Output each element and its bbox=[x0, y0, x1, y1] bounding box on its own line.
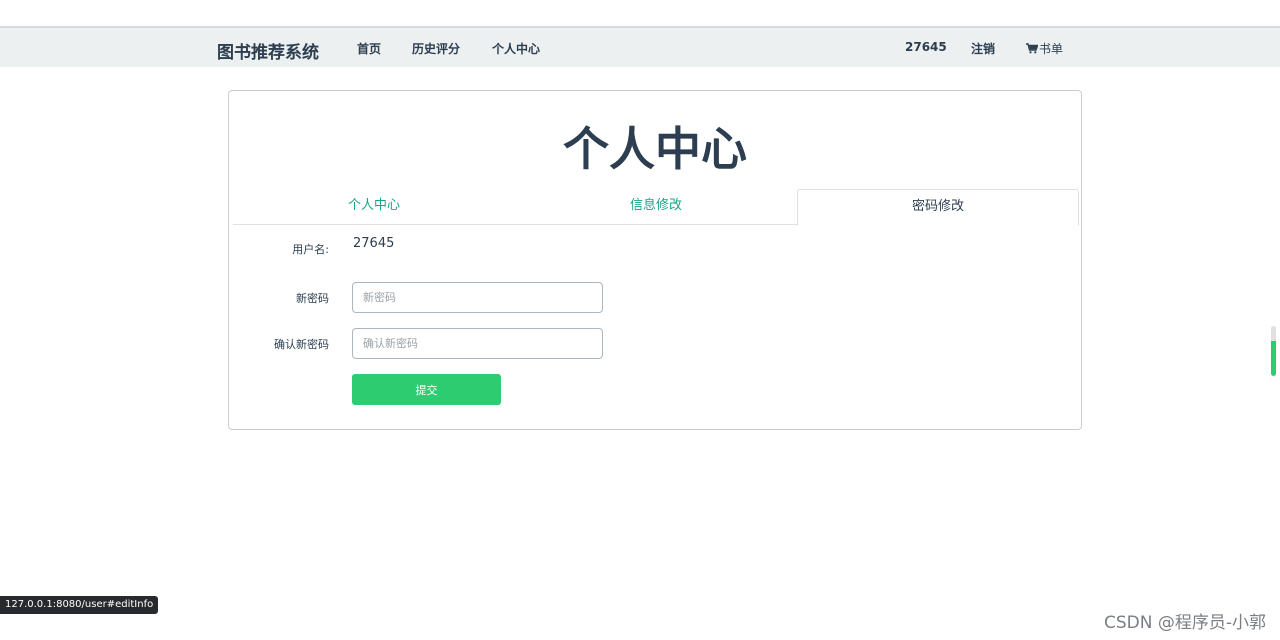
confirm-password-input[interactable] bbox=[352, 328, 603, 359]
tab-personal-center[interactable]: 个人中心 bbox=[233, 189, 515, 225]
tab-edit-info[interactable]: 信息修改 bbox=[515, 189, 797, 225]
confirm-password-label: 确认新密码 bbox=[274, 338, 329, 351]
page-title: 个人中心 bbox=[563, 122, 747, 176]
nav-booklist-label: 书单 bbox=[1039, 42, 1064, 56]
nav-home-link[interactable]: 首页 bbox=[357, 40, 381, 57]
submit-button[interactable]: 提交 bbox=[352, 374, 501, 405]
scroll-indicator[interactable] bbox=[1271, 326, 1276, 376]
nav-history-rating-link[interactable]: 历史评分 bbox=[412, 40, 460, 57]
tab-bar: 个人中心 信息修改 密码修改 bbox=[233, 189, 1079, 226]
personal-center-panel: 个人中心 个人中心 信息修改 密码修改 用户名: 27645 新密码 确认新密码… bbox=[228, 90, 1082, 430]
nav-personal-center-link[interactable]: 个人中心 bbox=[492, 40, 540, 57]
brand-title[interactable]: 图书推荐系统 bbox=[217, 38, 319, 63]
new-password-label: 新密码 bbox=[296, 292, 329, 305]
username-value: 27645 bbox=[353, 236, 395, 251]
tab-change-password[interactable]: 密码修改 bbox=[797, 189, 1079, 226]
nav-username[interactable]: 27645 bbox=[905, 40, 947, 54]
watermark: CSDN @程序员-小郭 bbox=[1103, 613, 1266, 633]
username-label: 用户名: bbox=[292, 243, 329, 256]
cart-icon bbox=[1026, 43, 1038, 54]
top-navbar: 图书推荐系统 首页 历史评分 个人中心 27645 注销 书单 bbox=[0, 26, 1280, 67]
nav-booklist-link[interactable]: 书单 bbox=[1026, 40, 1063, 57]
new-password-input[interactable] bbox=[352, 282, 603, 313]
status-bar-url: 127.0.0.1:8080/user#editInfo bbox=[0, 596, 159, 614]
nav-logout-link[interactable]: 注销 bbox=[971, 40, 995, 57]
